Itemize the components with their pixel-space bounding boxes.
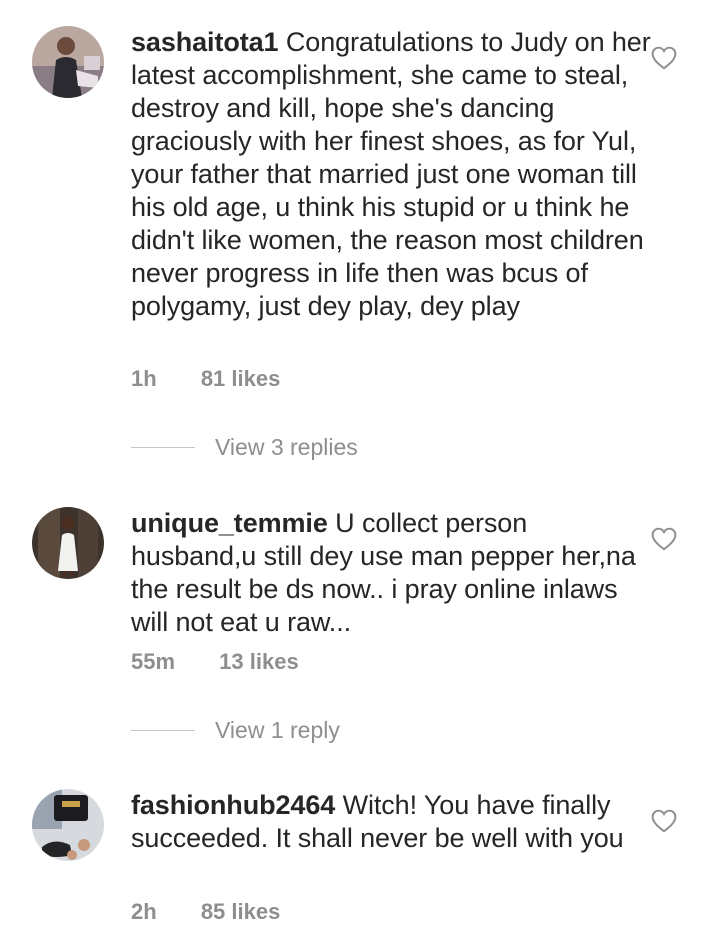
comment-time: 1h [131,366,157,391]
comment-likes[interactable]: 85 likes [201,899,281,924]
comment-time: 55m [131,649,176,674]
comment-meta: 1h 81 likes [131,366,280,392]
view-replies-label: View 3 replies [215,433,358,460]
comment-likes[interactable]: 13 likes [219,649,299,674]
comment-meta: 2h 85 likes [131,899,280,925]
comment-meta: 55m 13 likes [131,649,299,675]
comment-username[interactable]: fashionhub2464 [131,790,335,820]
comment-username[interactable]: sashaitota1 [131,27,279,57]
view-replies-button[interactable]: View 3 replies [131,432,531,462]
replies-divider [131,729,195,731]
comment-body: unique_temmie U collect person husband,u… [131,507,651,639]
avatar[interactable] [32,26,104,98]
replies-divider [131,446,195,448]
comment-username[interactable]: unique_temmie [131,508,328,538]
avatar[interactable] [32,789,104,861]
heart-outline-icon[interactable] [651,527,677,551]
view-replies-button[interactable]: View 1 reply [131,715,531,745]
comment-text: Congratulations to Judy on her latest ac… [131,27,651,321]
comment-body: fashionhub2464 Witch! You have finally s… [131,789,651,855]
comment-body: sashaitota1 Congratulations to Judy on h… [131,26,651,323]
view-replies-label: View 1 reply [215,716,340,743]
comment-likes[interactable]: 81 likes [201,366,281,391]
heart-outline-icon[interactable] [651,46,677,70]
avatar[interactable] [32,507,104,579]
comment-time: 2h [131,899,157,924]
heart-outline-icon[interactable] [651,809,677,833]
